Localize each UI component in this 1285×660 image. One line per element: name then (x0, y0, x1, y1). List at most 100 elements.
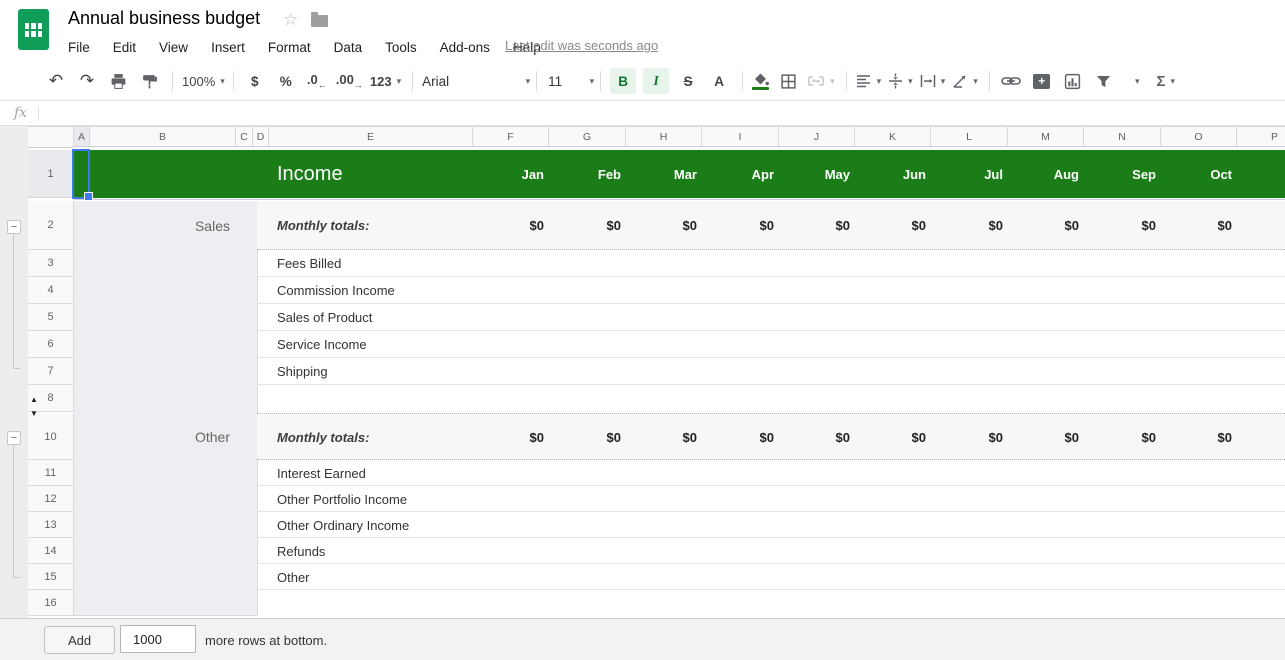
group-line-end (13, 577, 20, 578)
row-border (257, 384, 1285, 385)
cell-total-N10[interactable]: $0 (1084, 414, 1156, 460)
group-gutter (0, 126, 28, 618)
month-header-apr[interactable]: Apr (702, 150, 774, 198)
month-header-aug[interactable]: Aug (1008, 150, 1079, 198)
cell-total-H2[interactable]: $0 (626, 201, 697, 250)
spreadsheet-app: Annual business budget ☆ FileEditViewIns… (0, 0, 1285, 660)
selection-fill-handle[interactable] (84, 192, 93, 201)
row-header-4[interactable]: 4 (28, 277, 74, 304)
footer-bar: Add more rows at bottom. (0, 618, 1285, 660)
dotted-border (257, 249, 1285, 250)
row-border (257, 330, 1285, 331)
cell-total-M10[interactable]: $0 (1008, 414, 1079, 460)
cell-item-row5[interactable]: Sales of Product (277, 304, 372, 331)
rows-count-input[interactable] (120, 625, 196, 653)
column-header-D[interactable]: D (253, 126, 269, 147)
month-header-mar[interactable]: Mar (626, 150, 697, 198)
dotted-border (257, 459, 1285, 460)
column-header-G[interactable]: G (549, 126, 626, 147)
month-header-may[interactable]: May (779, 150, 850, 198)
corner-box (28, 126, 74, 148)
cell-total-L10[interactable]: $0 (931, 414, 1003, 460)
monthly-totals-label[interactable]: Monthly totals: (277, 201, 369, 250)
row-header-10[interactable]: 10 (28, 414, 74, 460)
cell-item-row12[interactable]: Other Portfolio Income (277, 486, 407, 512)
cell-total-I2[interactable]: $0 (702, 201, 774, 250)
column-header-E[interactable]: E (269, 126, 473, 147)
section-side-panel (74, 201, 257, 616)
row-header-11[interactable]: 11 (28, 460, 74, 486)
sheet-grid: ABCDEFGHIJKLMNOP1234567810111213141516In… (0, 0, 1285, 660)
cell-total-F10[interactable]: $0 (473, 414, 544, 460)
cell-item-row15[interactable]: Other (277, 564, 310, 590)
row-header-5[interactable]: 5 (28, 304, 74, 331)
row-header-2[interactable]: 2 (28, 201, 74, 250)
column-header-L[interactable]: L (931, 126, 1008, 147)
row-header-3[interactable]: 3 (28, 250, 74, 277)
cell-item-row7[interactable]: Shipping (277, 358, 328, 385)
cell-item-row11[interactable]: Interest Earned (277, 460, 366, 486)
cell-item-row14[interactable]: Refunds (277, 538, 325, 564)
cell-item-row3[interactable]: Fees Billed (277, 250, 341, 277)
month-header-jul[interactable]: Jul (931, 150, 1003, 198)
column-header-A[interactable]: A (74, 126, 90, 147)
month-header-jun[interactable]: Jun (855, 150, 926, 198)
section-label-other[interactable]: Other (90, 414, 230, 460)
add-rows-suffix: more rows at bottom. (205, 619, 327, 660)
row-header-16[interactable]: 16 (28, 590, 74, 616)
row-header-12[interactable]: 12 (28, 486, 74, 512)
cell-total-M2[interactable]: $0 (1008, 201, 1079, 250)
section-label-sales[interactable]: Sales (90, 201, 230, 250)
group-line (13, 234, 14, 368)
month-header-jan[interactable]: Jan (473, 150, 544, 198)
income-title: Income (277, 150, 343, 198)
cell-total-L2[interactable]: $0 (931, 201, 1003, 250)
row-header-14[interactable]: 14 (28, 538, 74, 564)
collapse-group-sales-button[interactable]: − (7, 220, 21, 234)
column-header-F[interactable]: F (473, 126, 549, 147)
column-header-I[interactable]: I (702, 126, 779, 147)
cell-total-K10[interactable]: $0 (855, 414, 926, 460)
cell-total-J2[interactable]: $0 (779, 201, 850, 250)
column-header-B[interactable]: B (90, 126, 236, 147)
cell-total-K2[interactable]: $0 (855, 201, 926, 250)
cell-total-O10[interactable]: $0 (1161, 414, 1232, 460)
row-border (257, 511, 1285, 512)
collapse-group-other-button[interactable]: − (7, 431, 21, 445)
show-hidden-rows-up-button[interactable]: ▲ (30, 396, 38, 404)
gridline-under-band (74, 199, 1285, 200)
cell-total-I10[interactable]: $0 (702, 414, 774, 460)
column-header-H[interactable]: H (626, 126, 702, 147)
cell-item-row6[interactable]: Service Income (277, 331, 367, 358)
dotted-border (257, 413, 1285, 414)
row-border (257, 589, 1285, 590)
column-header-K[interactable]: K (855, 126, 931, 147)
cell-total-N2[interactable]: $0 (1084, 201, 1156, 250)
column-header-P[interactable]: P (1237, 126, 1285, 147)
month-header-oct[interactable]: Oct (1161, 150, 1232, 198)
cell-total-H10[interactable]: $0 (626, 414, 697, 460)
add-rows-button[interactable]: Add (44, 626, 115, 654)
cell-total-O2[interactable]: $0 (1161, 201, 1232, 250)
row-header-15[interactable]: 15 (28, 564, 74, 590)
cell-item-row13[interactable]: Other Ordinary Income (277, 512, 409, 538)
column-header-M[interactable]: M (1008, 126, 1084, 147)
cell-total-G2[interactable]: $0 (549, 201, 621, 250)
row-header-13[interactable]: 13 (28, 512, 74, 538)
row-header-1[interactable]: 1 (28, 150, 74, 198)
cell-item-row4[interactable]: Commission Income (277, 277, 395, 304)
cell-total-F2[interactable]: $0 (473, 201, 544, 250)
row-header-7[interactable]: 7 (28, 358, 74, 385)
cell-total-J10[interactable]: $0 (779, 414, 850, 460)
cell-total-G10[interactable]: $0 (549, 414, 621, 460)
column-header-O[interactable]: O (1161, 126, 1237, 147)
month-header-feb[interactable]: Feb (549, 150, 621, 198)
column-header-J[interactable]: J (779, 126, 855, 147)
group-line (13, 445, 14, 577)
column-header-C[interactable]: C (236, 126, 253, 147)
month-header-sep[interactable]: Sep (1084, 150, 1156, 198)
column-header-N[interactable]: N (1084, 126, 1161, 147)
monthly-totals-label[interactable]: Monthly totals: (277, 414, 369, 460)
show-hidden-rows-down-button[interactable]: ▼ (30, 410, 38, 418)
row-header-6[interactable]: 6 (28, 331, 74, 358)
